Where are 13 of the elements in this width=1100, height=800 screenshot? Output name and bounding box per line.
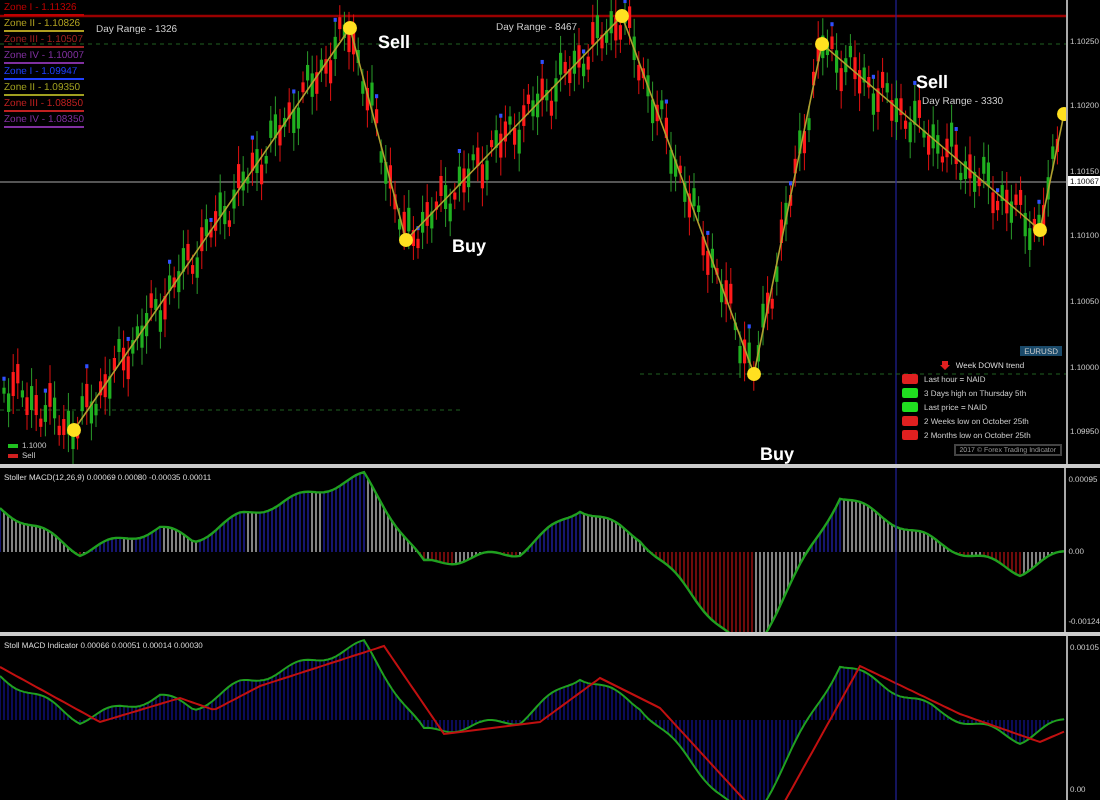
pivot-marker-icon: [815, 37, 829, 51]
pivot-marker-icon: [615, 9, 629, 23]
pivot-marker-icon: [343, 21, 357, 35]
signal-label: Sell: [378, 32, 411, 52]
pivot-marker-icon: [747, 367, 761, 381]
signal-label: Sell: [916, 72, 949, 92]
signal-label: Buy: [760, 444, 795, 464]
pivot-marker-icon: [399, 233, 413, 247]
down-arrow-icon: [939, 360, 950, 370]
pivot-marker-icon: [1057, 107, 1066, 121]
pivot-marker-icon: [67, 423, 81, 437]
signal-label: Buy: [452, 236, 487, 256]
pivot-marker-icon: [1033, 223, 1047, 237]
